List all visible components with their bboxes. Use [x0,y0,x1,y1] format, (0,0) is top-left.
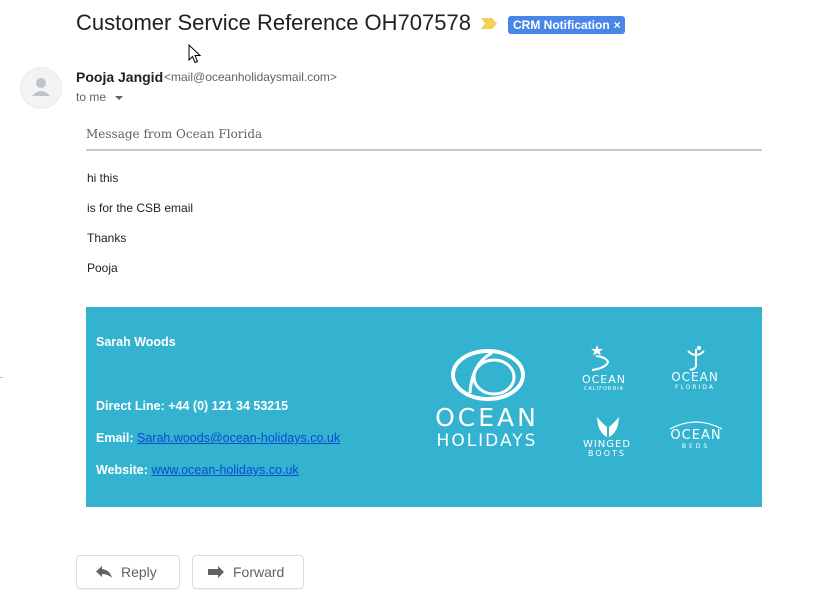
sub-brand-sub: FLORIDA [675,384,715,391]
ocean-holidays-logo-icon [451,349,525,401]
sender-email: <mail@oceanholidaysmail.com> [164,70,337,84]
email-subject: Customer Service Reference OH707578 [76,10,471,35]
signature-email-link[interactable]: Sarah.woods@ocean-holidays.co.uk [137,431,340,445]
body-line: Pooja [87,261,118,275]
sub-brand-name: OCEAN [671,370,719,384]
scroll-marker [0,377,3,378]
ocean-florida-logo-icon [687,346,705,371]
email-signature: Sarah Woods Direct Line: +44 (0) 121 34 … [86,307,762,507]
divider [86,149,762,151]
message-header: Message from Ocean Florida [86,127,263,141]
sub-brand-name: OCEAN [670,428,722,443]
signature-email-row: Email: Sarah.woods@ocean-holidays.co.uk [96,431,340,445]
logo-text-line2: HOLIDAYS [436,431,538,451]
body-line: hi this [87,171,119,185]
recipients-toggle[interactable]: to me [76,90,124,104]
body-line: Thanks [87,231,127,245]
signature-direct-line: Direct Line: +44 (0) 121 34 53215 [96,399,289,413]
forward-label: Forward [233,564,285,580]
forward-button[interactable]: Forward [192,555,304,589]
signature-website-link[interactable]: www.ocean-holidays.co.uk [151,463,298,477]
signature-website-label: Website: [96,463,148,477]
signature-website-row: Website: www.ocean-holidays.co.uk [96,463,299,477]
body-line: is for the CSB email [87,201,194,215]
sub-brand-name: OCEAN [581,373,627,386]
reply-label: Reply [121,564,157,580]
winged-boots-logo-icon [597,417,619,437]
logo-text-line1: OCEAN [435,403,539,432]
sub-brand-sub: BEDS [681,443,711,450]
signature-email-label: Email: [96,431,134,445]
remove-label-icon[interactable]: × [614,16,621,34]
ocean-california-logo-icon [591,345,610,371]
avatar[interactable] [20,67,62,109]
sender-name: Pooja Jangid [76,69,164,85]
chevron-down-icon [115,95,124,100]
forward-icon [208,566,224,578]
recipients-label: to me [76,90,107,104]
sub-brand-sub: CALIFORNIA [583,386,625,392]
sub-brand-sub: BOOTS [588,449,626,458]
crm-notification-label[interactable]: CRM Notification × [508,16,625,34]
reply-button[interactable]: Reply [76,555,180,589]
mouse-cursor-icon [188,44,202,64]
signature-name: Sarah Woods [96,335,176,349]
label-text: CRM Notification [513,18,610,32]
important-marker-icon[interactable] [481,18,497,29]
avatar-icon [32,78,50,96]
reply-icon [96,566,112,578]
